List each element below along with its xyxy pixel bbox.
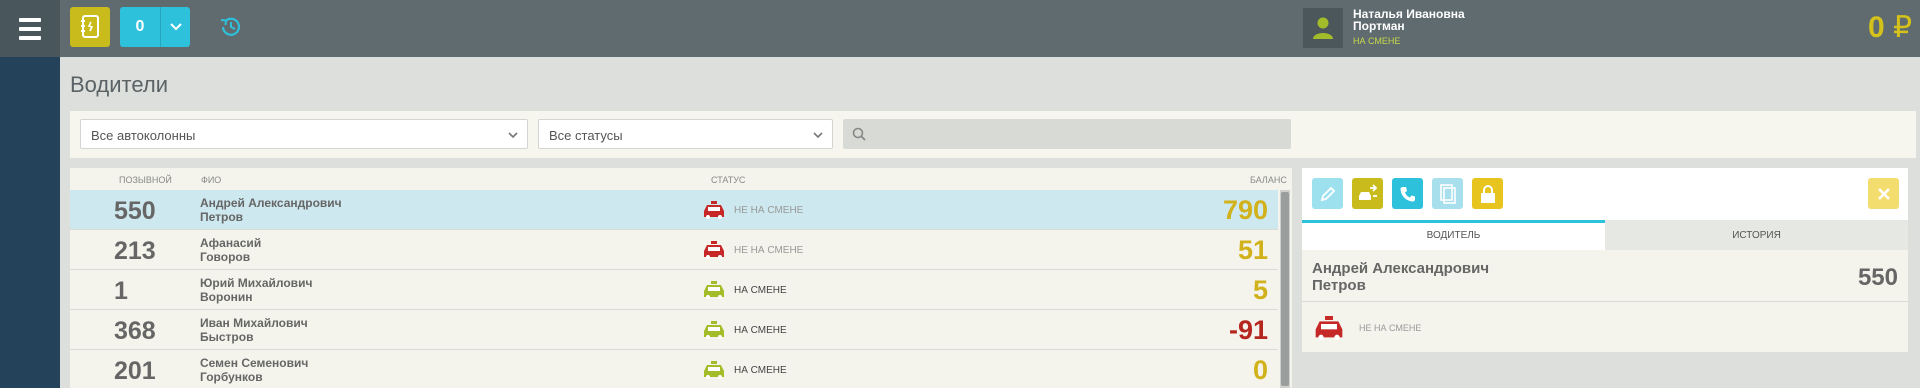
edit-icon (1320, 186, 1335, 201)
driver-status: НЕ НА СМЕНЕ (1359, 323, 1422, 333)
taxi-car-icon (1315, 316, 1343, 340)
driver-detail-panel: ВОДИТЕЛЬ ИСТОРИЯ Андрей Александрович Пе… (1302, 168, 1908, 352)
taxi-car-icon (704, 361, 724, 379)
table-row[interactable]: 1 Юрий Михайлович Воронин НА СМЕНЕ 5 (70, 270, 1278, 310)
row-balance: 0 (1252, 355, 1268, 385)
phonebook-icon (81, 15, 99, 38)
row-callsign: 201 (114, 357, 156, 385)
fleet-select-value: Все автоколонны (91, 128, 196, 143)
balance-value: 0 (1868, 11, 1885, 44)
page-title: Водители (70, 72, 169, 97)
row-name: Семен Семенович (200, 356, 309, 370)
search-icon (852, 127, 866, 141)
transfer-button[interactable] (1352, 178, 1383, 209)
divider (1302, 301, 1908, 302)
row-callsign: 550 (114, 197, 156, 225)
table-row[interactable]: 213 Афанасий Говоров НЕ НА СМЕНЕ 51 (70, 230, 1278, 270)
table-row[interactable]: 550 Андрей Александрович Петров НЕ НА СМ… (70, 190, 1278, 230)
table-row[interactable]: 368 Иван Михайлович Быстров НА СМЕНЕ -91 (70, 310, 1278, 350)
top-bar: 0 Наталья Ивановна Портман НА СМЕНЕ 0 ₽ (0, 0, 1920, 57)
drivers-table: ПОЗЫВНОЙ ФИО СТАТУС БАЛАНС 550 Андрей Ал… (70, 168, 1292, 388)
count-dropdown-button[interactable]: 0 (120, 7, 190, 47)
detail-tabs: ВОДИТЕЛЬ ИСТОРИЯ (1302, 220, 1908, 250)
header-balance: БАЛАНС (1250, 175, 1287, 185)
count-value: 0 (135, 18, 145, 35)
row-surname: Воронин (200, 290, 253, 304)
phonebook-button[interactable] (70, 7, 110, 47)
row-callsign: 213 (114, 237, 156, 265)
documents-button[interactable] (1432, 178, 1463, 209)
chevron-down-icon (508, 132, 518, 139)
chevron-down-icon (813, 132, 823, 139)
user-status: НА СМЕНЕ (1353, 36, 1401, 46)
status-select[interactable]: Все статусы (538, 119, 833, 149)
driver-full-name: Андрей Александрович Петров (1312, 260, 1489, 294)
history-icon[interactable] (218, 14, 244, 40)
tab-history[interactable]: ИСТОРИЯ (1605, 220, 1908, 250)
user-icon (1313, 17, 1333, 39)
call-button[interactable] (1392, 178, 1423, 209)
taxi-car-icon (704, 321, 724, 339)
close-button[interactable] (1868, 178, 1899, 209)
row-surname: Говоров (200, 250, 251, 264)
row-status: НА СМЕНЕ (734, 325, 787, 336)
chevron-down-icon (169, 23, 182, 31)
left-sidebar (0, 57, 60, 388)
row-status: НЕ НА СМЕНЕ (734, 205, 804, 216)
avatar[interactable] (1303, 8, 1343, 48)
header-status: СТАТУС (711, 175, 746, 185)
row-surname: Быстров (200, 330, 254, 344)
row-status: НЕ НА СМЕНЕ (734, 245, 804, 256)
phone-icon (1400, 186, 1415, 201)
search-input[interactable] (843, 119, 1291, 149)
driver-callsign: 550 (1857, 264, 1898, 291)
row-fio: Иван Михайлович Быстров (200, 316, 308, 344)
row-callsign: 368 (114, 317, 156, 345)
account-balance: 0 ₽ (1868, 10, 1912, 45)
row-balance: 5 (1252, 275, 1268, 305)
table-row[interactable]: 201 Семен Семенович Горбунков НА СМЕНЕ 0 (70, 350, 1278, 388)
document-icon (1439, 183, 1456, 204)
taxi-car-icon (704, 201, 724, 219)
row-fio: Семен Семенович Горбунков (200, 356, 308, 384)
row-name: Иван Михайлович (200, 316, 308, 330)
driver-name: Андрей Александрович (1312, 260, 1490, 277)
header-fio: ФИО (201, 175, 222, 185)
menu-icon[interactable] (0, 0, 60, 57)
currency-sign: ₽ (1893, 11, 1913, 44)
row-status: НА СМЕНЕ (734, 285, 787, 296)
row-name: Юрий Михайлович (200, 276, 313, 290)
taxi-car-icon (704, 241, 724, 259)
user-second-line: Портман (1353, 19, 1405, 33)
close-icon (1877, 187, 1890, 200)
tab-driver[interactable]: ВОДИТЕЛЬ (1302, 220, 1605, 250)
user-name[interactable]: Наталья Ивановна Портман (1353, 8, 1465, 32)
lock-icon (1480, 184, 1495, 203)
detail-toolbar (1302, 168, 1908, 220)
row-surname: Горбунков (200, 370, 263, 384)
row-balance: -91 (1228, 315, 1268, 345)
status-select-value: Все статусы (549, 128, 623, 143)
row-status: НА СМЕНЕ (734, 365, 787, 376)
taxi-car-icon (704, 281, 724, 299)
row-balance: 790 (1222, 195, 1268, 225)
filters-bar: Все автоколонны Все статусы (70, 111, 1916, 158)
edit-button[interactable] (1312, 178, 1343, 209)
row-fio: Андрей Александрович Петров (200, 196, 342, 224)
table-scrollbar[interactable] (1280, 190, 1290, 388)
table-header: ПОЗЫВНОЙ ФИО СТАТУС БАЛАНС (70, 168, 1292, 190)
row-fio: Юрий Михайлович Воронин (200, 276, 312, 304)
row-name: Андрей Александрович (200, 196, 342, 210)
row-surname: Петров (200, 210, 244, 224)
row-name: Афанасий (200, 236, 262, 250)
driver-surname: Петров (1312, 277, 1366, 294)
transfer-icon (1358, 183, 1377, 200)
header-callsign: ПОЗЫВНОЙ (119, 175, 172, 185)
row-balance: 51 (1237, 235, 1268, 265)
row-fio: Афанасий Говоров (200, 236, 261, 264)
fleet-select[interactable]: Все автоколонны (80, 119, 528, 149)
row-callsign: 1 (114, 277, 128, 305)
lock-button[interactable] (1472, 178, 1503, 209)
